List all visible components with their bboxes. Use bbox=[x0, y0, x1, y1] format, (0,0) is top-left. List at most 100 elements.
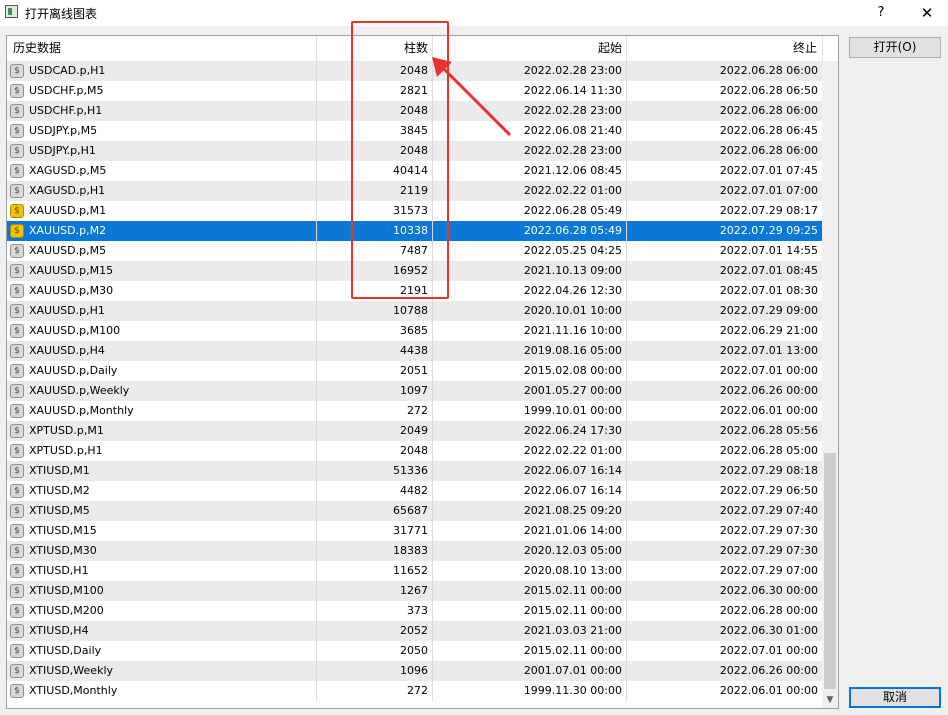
table-row[interactable]: $ XPTUSD.p,H1 2048 2022.02.22 01:00 2022.06.… bbox=[7, 441, 822, 461]
symbol-icon: $ bbox=[10, 384, 24, 398]
symbol-icon: $ bbox=[10, 604, 24, 618]
end-cell: 2022.06.28 05:56 bbox=[719, 424, 818, 437]
symbol-label: XAUUSD.p,H4 bbox=[29, 344, 105, 357]
symbol-cell: $ XAUUSD.p,M15 bbox=[7, 261, 317, 281]
open-button[interactable]: 打开(O) bbox=[849, 37, 941, 58]
end-cell: 2022.06.28 06:00 bbox=[719, 144, 818, 157]
end-cell: 2022.07.01 13:00 bbox=[719, 344, 818, 357]
scrollbar-thumb[interactable] bbox=[824, 453, 836, 689]
table-row[interactable]: $ XTIUSD,Monthly 272 1999.11.30 00:00 2022.0… bbox=[7, 681, 822, 701]
window-title: 打开离线图表 bbox=[25, 7, 98, 21]
header-start[interactable]: 起始 bbox=[433, 36, 627, 61]
table-row[interactable]: $ XTIUSD,M1 51336 2022.06.07 16:14 2022.07.2… bbox=[7, 461, 822, 481]
start-cell: 2022.06.24 17:30 bbox=[433, 421, 627, 441]
start-cell: 2001.05.27 00:00 bbox=[433, 381, 627, 401]
start-cell: 2021.11.16 10:00 bbox=[433, 321, 627, 341]
table-row[interactable]: $ XTIUSD,M200 373 2015.02.11 00:00 2022.06.2… bbox=[7, 601, 822, 621]
symbol-label: XAUUSD.p,M1 bbox=[29, 204, 107, 217]
symbol-cell: $ XTIUSD,Weekly bbox=[7, 661, 317, 681]
bars-cell: 51336 bbox=[317, 461, 433, 481]
table-row[interactable]: $ XAUUSD.p,M100 3685 2021.11.16 10:00 2022.0… bbox=[7, 321, 822, 341]
start-cell: 2022.02.28 23:00 bbox=[433, 101, 627, 121]
start-cell: 2001.07.01 00:00 bbox=[433, 661, 627, 681]
symbol-cell: $ XTIUSD,Monthly bbox=[7, 681, 317, 701]
app-icon bbox=[5, 5, 18, 18]
close-button[interactable]: ✕ bbox=[916, 3, 938, 23]
table-row[interactable]: $ XTIUSD,Daily 2050 2015.02.11 00:00 2022.07… bbox=[7, 641, 822, 661]
start-cell: 2020.08.10 13:00 bbox=[433, 561, 627, 581]
end-cell: 2022.07.29 07:40 bbox=[719, 504, 818, 517]
symbol-cell: $ XTIUSD,M2 bbox=[7, 481, 317, 501]
start-cell: 2021.01.06 14:00 bbox=[433, 521, 627, 541]
symbol-cell: $ XPTUSD.p,H1 bbox=[7, 441, 317, 461]
symbol-icon: $ bbox=[10, 464, 24, 478]
table-row[interactable]: $ XPTUSD.p,M1 2049 2022.06.24 17:30 2022.06.… bbox=[7, 421, 822, 441]
symbol-cell: $ XAUUSD.p,M2 bbox=[7, 221, 317, 241]
symbol-label: XAUUSD.p,M100 bbox=[29, 324, 121, 337]
table-row[interactable]: $ XTIUSD,M15 31771 2021.01.06 14:00 2022.07.… bbox=[7, 521, 822, 541]
vertical-scrollbar[interactable]: ▼ bbox=[822, 61, 838, 708]
symbol-label: XTIUSD,M15 bbox=[29, 524, 97, 537]
symbol-label: XAUUSD.p,M15 bbox=[29, 264, 114, 277]
end-cell: 2022.07.01 08:45 bbox=[719, 264, 818, 277]
table-row[interactable]: $ XTIUSD,M100 1267 2015.02.11 00:00 2022.06.… bbox=[7, 581, 822, 601]
start-cell: 2021.03.03 21:00 bbox=[433, 621, 627, 641]
bars-cell: 272 bbox=[317, 681, 433, 701]
end-cell: 2022.06.28 00:00 bbox=[719, 604, 818, 617]
cancel-button[interactable]: 取消 bbox=[849, 687, 941, 708]
symbol-icon: $ bbox=[10, 304, 24, 318]
symbol-icon: $ bbox=[10, 84, 24, 98]
symbol-icon: $ bbox=[10, 664, 24, 678]
table-row[interactable]: $ XTIUSD,M2 4482 2022.06.07 16:14 2022.07.29… bbox=[7, 481, 822, 501]
table-row[interactable]: $ XTIUSD,M5 65687 2021.08.25 09:20 2022.07.2… bbox=[7, 501, 822, 521]
end-cell: 2022.06.01 00:00 bbox=[719, 684, 818, 697]
table-row[interactable]: $ XAUUSD.p,Daily 2051 2015.02.08 00:00 2022.… bbox=[7, 361, 822, 381]
bars-cell: 18383 bbox=[317, 541, 433, 561]
header-end[interactable]: 终止 bbox=[627, 36, 823, 61]
symbol-icon: $ bbox=[10, 564, 24, 578]
symbol-cell: $ XPTUSD.p,M1 bbox=[7, 421, 317, 441]
symbol-icon: $ bbox=[10, 484, 24, 498]
table-row[interactable]: $ XTIUSD,H1 11652 2020.08.10 13:00 2022.07.2… bbox=[7, 561, 822, 581]
symbol-cell: $ XTIUSD,M5 bbox=[7, 501, 317, 521]
table-row[interactable]: $ XTIUSD,Weekly 1096 2001.07.01 00:00 2022.0… bbox=[7, 661, 822, 681]
bars-cell: 4482 bbox=[317, 481, 433, 501]
symbol-icon: $ bbox=[10, 424, 24, 438]
end-cell: 2022.06.28 06:00 bbox=[719, 64, 818, 77]
help-button[interactable]: ? bbox=[872, 4, 890, 22]
symbol-label: XTIUSD,M5 bbox=[29, 504, 90, 517]
symbol-label: XTIUSD,M200 bbox=[29, 604, 104, 617]
bars-cell: 1096 bbox=[317, 661, 433, 681]
table-row[interactable]: $ XAUUSD.p,H4 4438 2019.08.16 05:00 2022.07.… bbox=[7, 341, 822, 361]
symbol-icon: $ bbox=[10, 144, 24, 158]
symbol-cell: $ XTIUSD,H1 bbox=[7, 561, 317, 581]
symbol-label: USDJPY.p,M5 bbox=[29, 124, 98, 137]
start-cell: 1999.10.01 00:00 bbox=[433, 401, 627, 421]
bars-cell: 4438 bbox=[317, 341, 433, 361]
symbol-label: XTIUSD,H4 bbox=[29, 624, 89, 637]
table-row[interactable]: $ XTIUSD,H4 2052 2021.03.03 21:00 2022.06.30… bbox=[7, 621, 822, 641]
bars-cell: 2052 bbox=[317, 621, 433, 641]
end-cell: 2022.07.29 09:00 bbox=[719, 304, 818, 317]
symbol-icon: $ bbox=[10, 624, 24, 638]
table-row[interactable]: $ XAUUSD.p,H1 10788 2020.10.01 10:00 2022.07… bbox=[7, 301, 822, 321]
start-cell: 2022.06.07 16:14 bbox=[433, 481, 627, 501]
end-cell: 2022.07.01 00:00 bbox=[719, 644, 818, 657]
symbol-icon: $ bbox=[10, 284, 24, 298]
symbol-cell: $ USDJPY.p,H1 bbox=[7, 141, 317, 161]
header-history-data[interactable]: 历史数据 bbox=[7, 36, 317, 61]
scroll-down-arrow-icon[interactable]: ▼ bbox=[822, 692, 838, 708]
bars-cell: 10788 bbox=[317, 301, 433, 321]
table-row[interactable]: $ XAUUSD.p,Weekly 1097 2001.05.27 00:00 2022… bbox=[7, 381, 822, 401]
symbol-icon: $ bbox=[10, 584, 24, 598]
start-cell: 2022.06.14 11:30 bbox=[433, 81, 627, 101]
symbol-label: XAGUSD.p,M5 bbox=[29, 164, 107, 177]
bars-cell: 272 bbox=[317, 401, 433, 421]
symbol-icon: $ bbox=[10, 644, 24, 658]
symbol-cell: $ XAUUSD.p,Monthly bbox=[7, 401, 317, 421]
symbol-label: XAUUSD.p,H1 bbox=[29, 304, 105, 317]
table-row[interactable]: $ XTIUSD,M30 18383 2020.12.03 05:00 2022.07.… bbox=[7, 541, 822, 561]
symbol-cell: $ XAUUSD.p,M100 bbox=[7, 321, 317, 341]
symbol-cell: $ XAUUSD.p,Daily bbox=[7, 361, 317, 381]
table-row[interactable]: $ XAUUSD.p,Monthly 272 1999.10.01 00:00 2022… bbox=[7, 401, 822, 421]
